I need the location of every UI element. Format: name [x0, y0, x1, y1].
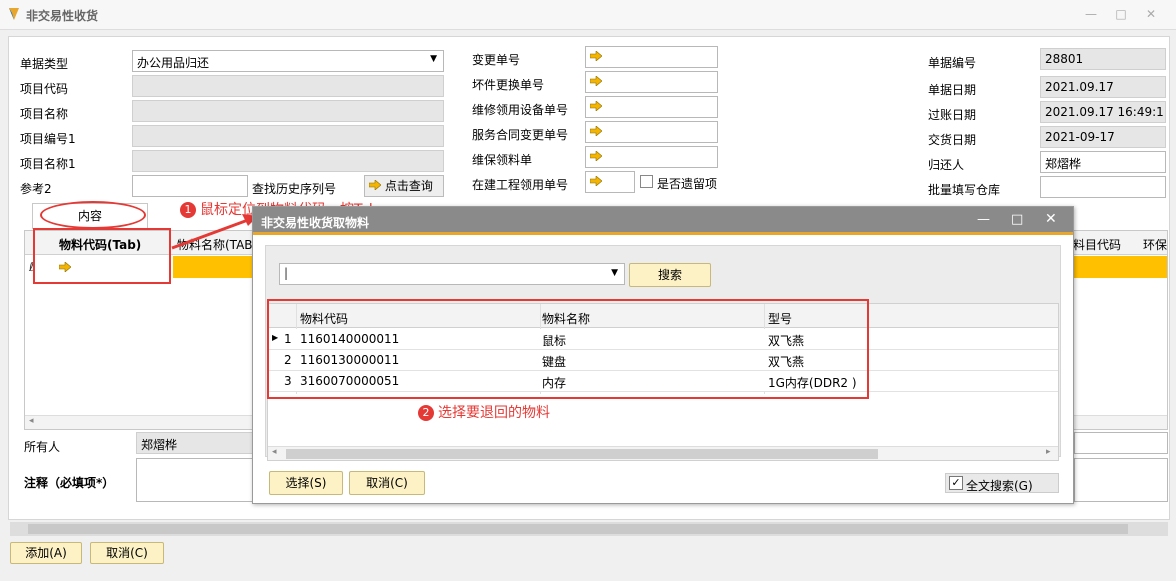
arrow-right-icon: [590, 76, 602, 86]
dialog-close-icon[interactable]: ✕: [1045, 211, 1057, 227]
remark-input[interactable]: [136, 458, 254, 502]
remark-label: 注释（必填项*）: [24, 476, 115, 490]
broken-replace-label: 坏件更换单号: [472, 78, 545, 92]
dialog-minimize-icon[interactable]: —: [977, 212, 990, 227]
scroll-right-icon[interactable]: ▸: [1046, 447, 1051, 457]
project-name1-field: [132, 150, 444, 172]
posting-date-field: 2021.09.17 16:49:11: [1040, 101, 1166, 123]
window-title: 非交易性收货: [26, 9, 99, 23]
doc-type-label: 单据类型: [20, 57, 69, 71]
close-icon[interactable]: ✕: [1144, 7, 1158, 21]
arrow-right-icon: [590, 126, 602, 136]
doc-date-field: 2021.09.17: [1040, 76, 1166, 98]
text-cursor: |: [284, 266, 289, 280]
project-no1-field: [132, 125, 444, 147]
broken-replace-input[interactable]: [585, 71, 718, 93]
fulltext-search-toggle[interactable]: ✓ 全文搜索(G): [945, 473, 1059, 493]
repair-equip-label: 维修领用设备单号: [472, 103, 569, 117]
maint-material-input[interactable]: [585, 146, 718, 168]
dialog-maximize-icon[interactable]: □: [1011, 212, 1023, 227]
annotation-step2-number: 2: [418, 405, 434, 421]
minimize-icon[interactable]: —: [1084, 7, 1098, 21]
page-scroll-thumb[interactable]: [28, 524, 1128, 534]
grid-header-env: 环保: [1143, 238, 1168, 252]
scroll-left-icon[interactable]: ◂: [272, 447, 277, 457]
project-name-field: [132, 100, 444, 122]
query-button[interactable]: 点击查询: [364, 175, 444, 197]
returner-input[interactable]: 郑熠桦: [1040, 151, 1166, 173]
arrow-right-icon: [590, 101, 602, 111]
project-no1-label: 项目编号1: [20, 132, 76, 146]
annotation-step2-text: 选择要退回的物料: [438, 405, 550, 421]
chevron-down-icon: ▼: [611, 268, 618, 278]
dialog-cancel-button[interactable]: 取消(C): [349, 471, 425, 495]
batch-warehouse-input[interactable]: [1040, 176, 1166, 198]
right-remark-field[interactable]: [1074, 458, 1168, 502]
owner-field: 郑熠桦: [136, 432, 254, 454]
arrow-right-icon: [590, 51, 602, 61]
delivery-date-field: 2021-09-17: [1040, 126, 1166, 148]
doc-no-field: 28801: [1040, 48, 1166, 70]
arrow-right-icon: [590, 151, 602, 161]
annotation-code-box: [33, 228, 171, 284]
arrow-right-icon: [590, 176, 602, 186]
dialog-select-button[interactable]: 选择(S): [269, 471, 343, 495]
ref2-input[interactable]: [132, 175, 248, 197]
doc-no-label: 单据编号: [928, 56, 977, 70]
dialog-titlebar: 非交易性收货取物料 — □ ✕: [253, 207, 1073, 235]
dialog-title: 非交易性收货取物料: [261, 216, 370, 230]
construction-label: 在建工程领用单号: [472, 178, 569, 192]
dialog-scroll-thumb[interactable]: [286, 449, 878, 459]
service-contract-input[interactable]: [585, 121, 718, 143]
checkbox-checked-icon[interactable]: ✓: [949, 476, 963, 490]
project-code-label: 项目代码: [20, 82, 69, 96]
ref2-label: 参考2: [20, 182, 52, 196]
pick-material-dialog: 非交易性收货取物料 — □ ✕ | ▼ 搜索 物料代码 物料名称 型号 ▶ 1 …: [252, 206, 1074, 504]
omitted-checkbox[interactable]: [640, 175, 653, 188]
page-hscrollbar[interactable]: [10, 522, 1168, 536]
annotation-step2: 2 选择要退回的物料: [418, 402, 550, 422]
returner-label: 归还人: [928, 158, 965, 172]
delivery-date-label: 交货日期: [928, 133, 977, 147]
query-button-label: 点击查询: [384, 179, 433, 193]
annotation-tab-ellipse: [40, 201, 146, 229]
batch-warehouse-label: 批量填写仓库: [928, 183, 1001, 197]
change-no-label: 变更单号: [472, 53, 521, 67]
owner-label: 所有人: [24, 440, 61, 454]
dialog-search-button[interactable]: 搜索: [629, 263, 711, 287]
cancel-button[interactable]: 取消(C): [90, 542, 164, 564]
maint-material-label: 维保领料单: [472, 153, 533, 167]
posting-date-label: 过账日期: [928, 108, 977, 122]
arrow-right-icon: [369, 180, 381, 190]
fulltext-search-label: 全文搜索(G): [966, 479, 1033, 493]
doc-type-value: 办公用品归还: [137, 56, 210, 70]
dialog-search-combo[interactable]: | ▼: [279, 263, 625, 285]
doc-type-select[interactable]: 办公用品归还 ▼: [132, 50, 444, 72]
construction-input[interactable]: [585, 171, 635, 193]
service-contract-label: 服务合同变更单号: [472, 128, 569, 142]
annotation-table-box: [267, 299, 869, 399]
doc-date-label: 单据日期: [928, 83, 977, 97]
app-logo-icon: [9, 8, 19, 20]
change-no-input[interactable]: [585, 46, 718, 68]
repair-equip-input[interactable]: [585, 96, 718, 118]
dialog-hscrollbar[interactable]: ◂ ▸: [268, 446, 1058, 460]
chevron-down-icon: ▼: [430, 54, 437, 64]
scroll-left-icon[interactable]: ◂: [29, 416, 34, 426]
project-name-label: 项目名称: [20, 107, 69, 121]
annotation-arrow-icon: [171, 214, 258, 250]
window-titlebar: 非交易性收货 — □ ✕: [0, 0, 1176, 30]
grid-header-account-code: 料目代码: [1073, 238, 1122, 252]
project-code-field: [132, 75, 444, 97]
omitted-checkbox-label: 是否遗留项: [657, 177, 718, 191]
right-bottom-field[interactable]: [1074, 432, 1168, 454]
history-serial-label: 查找历史序列号: [252, 182, 337, 196]
project-name1-label: 项目名称1: [20, 157, 76, 171]
add-button[interactable]: 添加(A): [10, 542, 82, 564]
maximize-icon[interactable]: □: [1114, 7, 1128, 21]
